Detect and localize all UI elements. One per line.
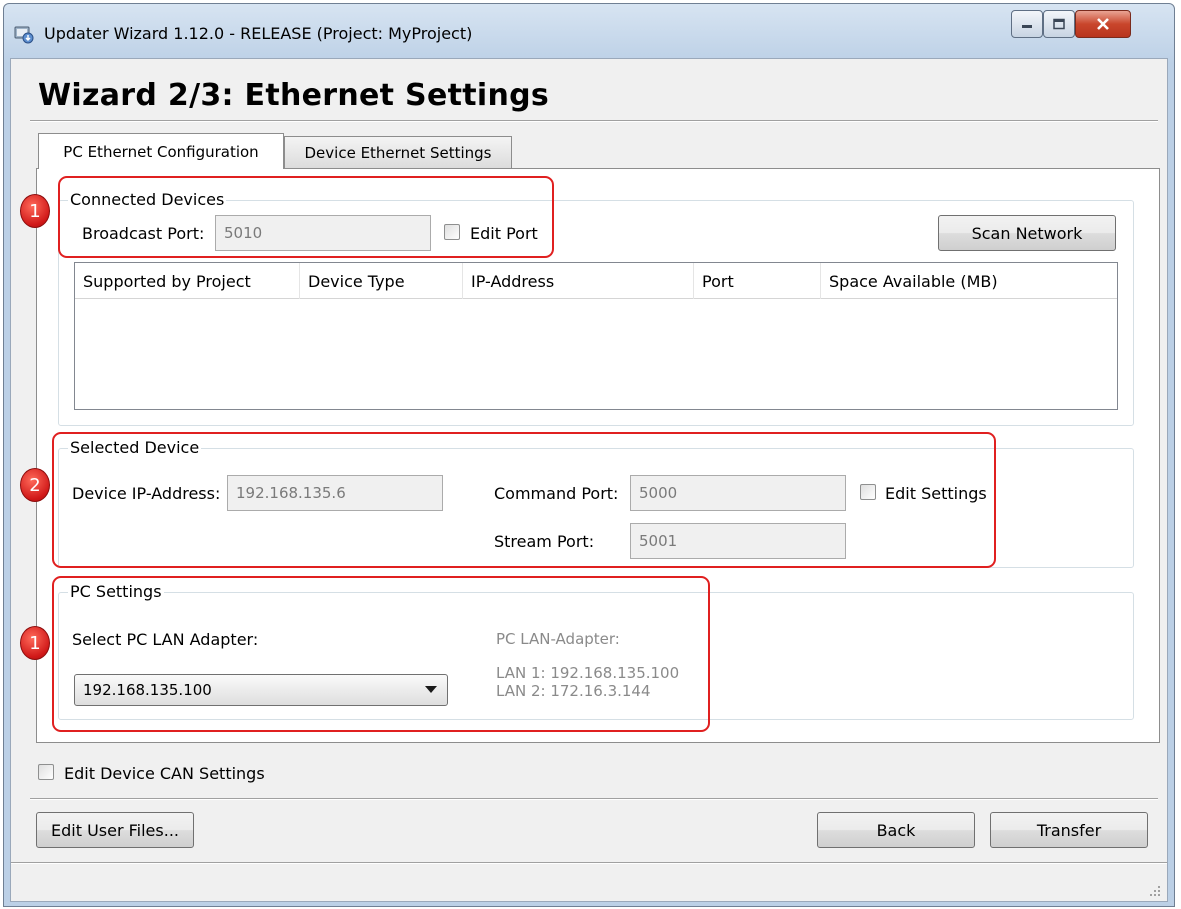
edit-can-settings-checkbox[interactable]	[38, 764, 54, 780]
window-title: Updater Wizard 1.12.0 - RELEASE (Project…	[44, 24, 473, 43]
scan-network-label: Scan Network	[971, 223, 1083, 243]
column-header-space-available[interactable]: Space Available (MB)	[821, 263, 1117, 299]
maximize-button[interactable]	[1043, 10, 1075, 38]
devices-table-header: Supported by Project Device Type IP-Addr…	[75, 263, 1117, 299]
callout-box-pc-settings	[52, 576, 710, 732]
tab-label: Device Ethernet Settings	[304, 143, 492, 162]
maximize-icon	[1053, 18, 1065, 30]
status-bar	[11, 864, 1167, 901]
callout-box-connected-devices	[58, 176, 554, 258]
edit-user-files-button[interactable]: Edit User Files...	[36, 812, 194, 848]
minimize-icon	[1022, 25, 1032, 28]
devices-table[interactable]: Supported by Project Device Type IP-Addr…	[74, 262, 1118, 410]
tab-pc-ethernet-configuration[interactable]: PC Ethernet Configuration	[38, 133, 284, 169]
callout-marker: 1	[20, 626, 50, 660]
column-header-ip-address[interactable]: IP-Address	[463, 263, 694, 299]
column-header-port[interactable]: Port	[694, 263, 821, 299]
minimize-button[interactable]	[1011, 10, 1043, 38]
close-icon	[1097, 18, 1109, 30]
title-bar[interactable]: Updater Wizard 1.12.0 - RELEASE (Project…	[4, 4, 1174, 58]
page-title: Wizard 2/3: Ethernet Settings	[38, 78, 550, 113]
updater-app-icon	[14, 24, 34, 44]
close-button[interactable]	[1075, 10, 1131, 38]
heading-separator	[30, 120, 1158, 122]
column-header-supported[interactable]: Supported by Project	[75, 263, 300, 299]
transfer-button[interactable]: Transfer	[990, 812, 1148, 848]
back-label: Back	[876, 820, 916, 840]
transfer-label: Transfer	[1036, 820, 1102, 840]
callout-box-selected-device	[52, 432, 996, 568]
tab-label: PC Ethernet Configuration	[63, 142, 259, 161]
callout-marker: 1	[20, 194, 50, 228]
footer-separator	[30, 798, 1158, 800]
edit-can-settings-label: Edit Device CAN Settings	[64, 764, 265, 783]
tab-device-ethernet-settings[interactable]: Device Ethernet Settings	[284, 136, 512, 168]
back-button[interactable]: Back	[817, 812, 975, 848]
edit-user-files-label: Edit User Files...	[51, 820, 179, 840]
column-header-device-type[interactable]: Device Type	[300, 263, 463, 299]
callout-marker: 2	[20, 468, 50, 502]
resize-grip-icon[interactable]	[1149, 885, 1161, 897]
scan-network-button[interactable]: Scan Network	[938, 215, 1116, 251]
